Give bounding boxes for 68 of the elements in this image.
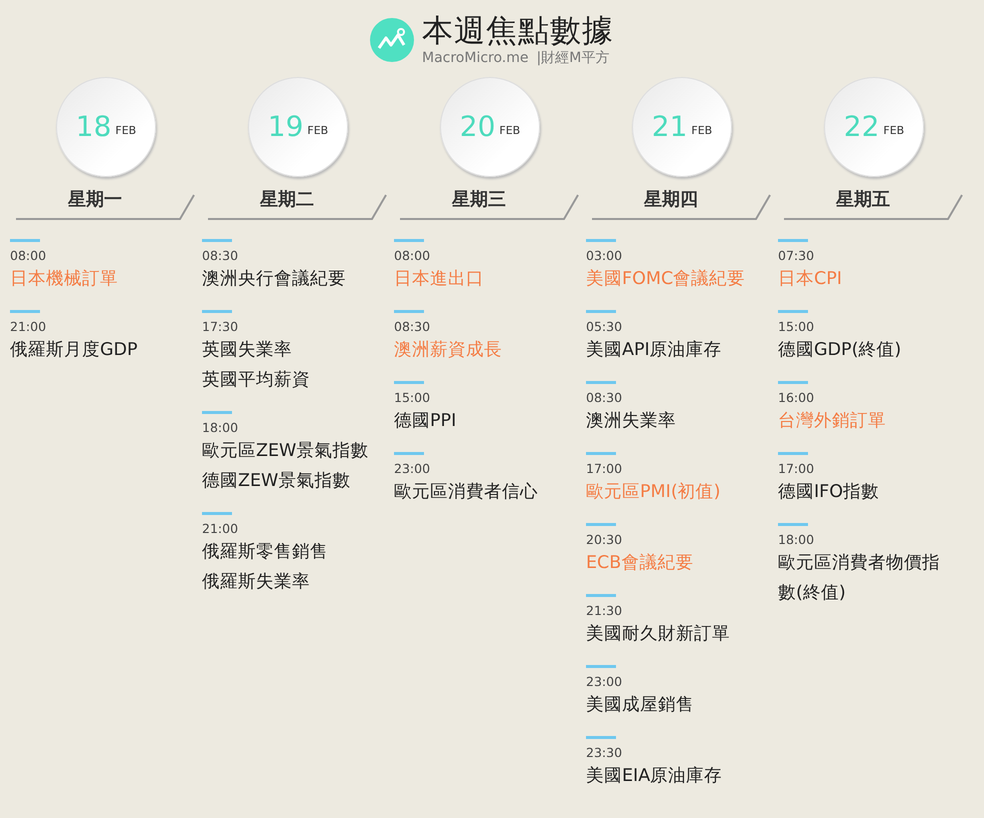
date-day: 21 xyxy=(652,106,688,148)
weekday-label: 星期五 xyxy=(836,189,890,211)
date-month: FEB xyxy=(499,122,520,139)
event-name: 德國ZEW景氣指數 xyxy=(202,470,352,494)
event-time: 08:30 xyxy=(586,390,624,406)
date-month: FEB xyxy=(307,122,328,139)
event-name: 德國GDP(終值) xyxy=(778,339,902,362)
date-day: 22 xyxy=(844,106,880,148)
weekday-label: 星期二 xyxy=(260,189,314,211)
event-time: 18:00 xyxy=(778,532,816,548)
event-name: 美國FOMC會議紀要 xyxy=(586,268,746,292)
event-name: 日本進出口 xyxy=(394,268,485,292)
event-name: 澳洲失業率 xyxy=(586,410,677,434)
site-name: MacroMicro.me xyxy=(422,49,529,68)
event-time: 17:00 xyxy=(778,461,816,478)
event-time: 17:30 xyxy=(202,319,240,336)
event-time: 23:30 xyxy=(586,745,624,762)
weekday-label: 星期三 xyxy=(452,189,506,211)
event-time: 03:00 xyxy=(586,248,624,264)
event-time: 05:30 xyxy=(586,319,624,336)
event-name: 歐元區ZEW景氣指數 xyxy=(202,440,370,464)
event-time: 07:30 xyxy=(778,248,816,264)
event-time: 17:00 xyxy=(586,461,624,478)
event-name: ECB會議紀要 xyxy=(586,552,694,576)
event-name: 德國PPI xyxy=(394,410,458,434)
event-name: 美國EIA原油庫存 xyxy=(586,765,724,788)
event-name: 歐元區PMI(初值) xyxy=(586,481,722,504)
event-name: 日本機械訂單 xyxy=(10,268,119,292)
event-name: 俄羅斯零售銷售 xyxy=(202,541,329,564)
event-time: 08:30 xyxy=(202,248,240,264)
event-name: 俄羅斯失業率 xyxy=(202,571,311,594)
event-time: 23:00 xyxy=(586,674,624,690)
event-time: 15:00 xyxy=(394,390,432,406)
event-time: 21:00 xyxy=(10,319,48,336)
event-name: 美國耐久財新訂單 xyxy=(586,623,731,646)
event-name: 英國失業率 xyxy=(202,339,293,362)
event-name: 歐元區消費者物價指數(終值) xyxy=(778,552,941,606)
event-time: 08:30 xyxy=(394,319,432,336)
event-time: 08:00 xyxy=(394,248,432,264)
date-day: 20 xyxy=(460,106,496,148)
event-name: 澳洲央行會議紀要 xyxy=(202,268,347,292)
page-title: 本週焦點數據 xyxy=(422,14,614,48)
event-time: 18:00 xyxy=(202,420,240,436)
event-name: 俄羅斯月度GDP xyxy=(10,339,139,362)
weekday-label: 星期一 xyxy=(68,189,122,211)
event-time: 15:00 xyxy=(778,319,816,336)
date-day: 18 xyxy=(76,106,112,148)
event-time: 20:30 xyxy=(586,532,624,548)
event-name: 德國IFO指數 xyxy=(778,481,880,504)
event-name: 澳洲薪資成長 xyxy=(394,339,503,362)
date-month: FEB xyxy=(883,122,904,139)
event-name: 美國成屋銷售 xyxy=(586,694,695,718)
brand-name: |財經M平方 xyxy=(536,49,610,68)
event-time: 21:00 xyxy=(202,521,240,538)
date-month: FEB xyxy=(115,122,136,139)
event-name: 美國API原油庫存 xyxy=(586,339,723,362)
event-name: 台灣外銷訂單 xyxy=(778,410,887,434)
event-name: 日本CPI xyxy=(778,268,843,292)
date-day: 19 xyxy=(268,106,304,148)
logo-icon xyxy=(370,18,414,62)
event-name: 英國平均薪資 xyxy=(202,369,311,392)
event-time: 16:00 xyxy=(778,390,816,406)
event-time: 21:30 xyxy=(586,603,624,620)
event-name: 歐元區消費者信心 xyxy=(394,481,539,504)
weekday-label: 星期四 xyxy=(644,189,698,211)
date-month: FEB xyxy=(691,122,712,139)
event-time: 23:00 xyxy=(394,461,432,478)
event-time: 08:00 xyxy=(10,248,48,264)
